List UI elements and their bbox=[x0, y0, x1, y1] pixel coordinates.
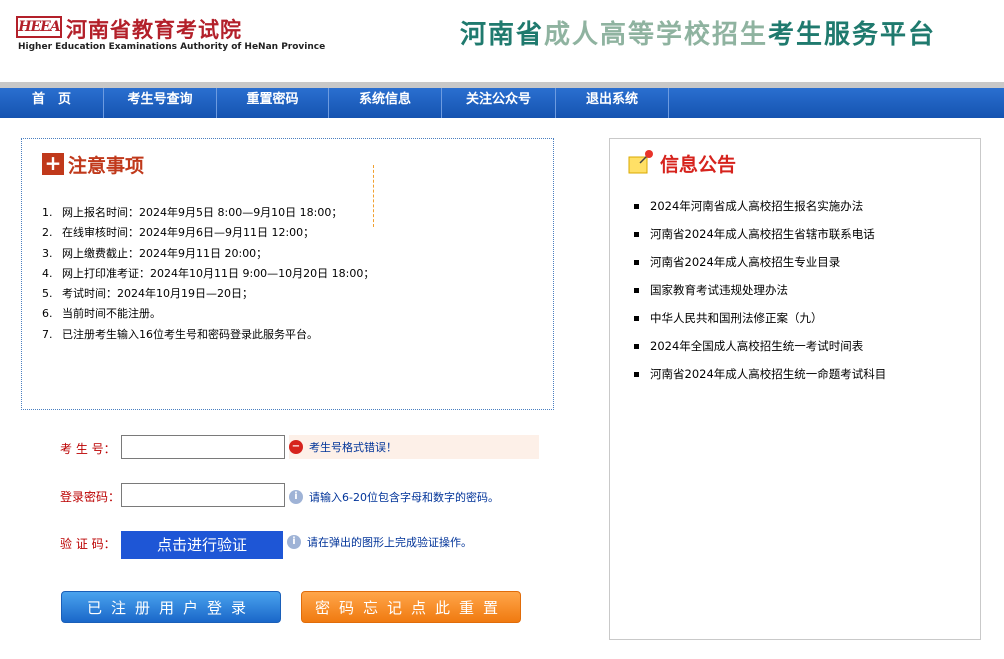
examinee-number-error: − 考生号格式错误！ bbox=[289, 435, 539, 459]
logo-badge: HEEA bbox=[16, 16, 62, 38]
logo-chinese-name: 河南省教育考试院 bbox=[66, 18, 242, 42]
nav-follow-official-account[interactable]: 关注公众号 bbox=[442, 88, 556, 118]
main-nav: 首 页 考生号查询 重置密码 系统信息 关注公众号 退出系统 bbox=[0, 88, 1004, 118]
notice-item: 2. 在线审核时间：2024年9月6日—9月11日 12:00； bbox=[42, 226, 315, 240]
notice-item: 3. 网上缴费截止：2024年9月11日 20:00； bbox=[42, 246, 268, 260]
examinee-number-row: 考 生 号： − 考生号格式错误！ bbox=[0, 435, 560, 461]
notice-item: 7. 已注册考生输入16位考生号和密码登录此服务平台。 bbox=[42, 327, 318, 341]
page-header: HEEA 河南省教育考试院 Higher Education Examinati… bbox=[0, 0, 1004, 82]
info-icon: i bbox=[287, 535, 301, 549]
nav-home[interactable]: 首 页 bbox=[0, 88, 104, 118]
logo: HEEA 河南省教育考试院 Higher Education Examinati… bbox=[16, 14, 325, 54]
captcha-verify-button[interactable]: 点击进行验证 bbox=[121, 531, 283, 559]
bulletin-title: 信息公告 bbox=[660, 154, 737, 176]
bulletin-item[interactable]: 河南省2024年成人高校招生省辖市联系电话 bbox=[634, 220, 886, 248]
pushpin-note-icon bbox=[628, 150, 653, 174]
nav-reset-password[interactable]: 重置密码 bbox=[217, 88, 329, 118]
examinee-number-input[interactable] bbox=[121, 435, 285, 459]
notice-item: 4. 网上打印准考证：2024年10月11日 9:00—10月20日 18:00； bbox=[42, 266, 375, 280]
plus-icon: + bbox=[42, 153, 64, 175]
info-icon: i bbox=[289, 490, 303, 504]
nav-examinee-number-query[interactable]: 考生号查询 bbox=[104, 88, 217, 118]
site-title: 河南省成人高等学校招生考生服务平台 bbox=[460, 14, 936, 51]
password-label: 登录密码： bbox=[60, 490, 121, 504]
site-title-part3: 考生服务平台 bbox=[768, 20, 937, 50]
bulletin-list: 2024年河南省成人高校招生报名实施办法 河南省2024年成人高校招生省辖市联系… bbox=[634, 192, 886, 388]
notice-item: 6. 当前时间不能注册。 bbox=[42, 307, 161, 321]
site-title-part2: 成人高等学校招生 bbox=[544, 20, 769, 50]
password-row: 登录密码： i 请输入6-20位包含字母和数字的密码。 bbox=[0, 483, 560, 509]
password-input[interactable] bbox=[121, 483, 285, 507]
notice-title: 注意事项 bbox=[68, 155, 145, 177]
examinee-number-error-text: 考生号格式错误！ bbox=[309, 441, 397, 454]
examinee-number-label: 考 生 号： bbox=[60, 442, 116, 456]
bulletin-item[interactable]: 2024年河南省成人高校招生报名实施办法 bbox=[634, 192, 886, 220]
notice-item: 5. 考试时间：2024年10月19日—20日； bbox=[42, 287, 253, 301]
notice-list: 1. 网上报名时间：2024年9月5日 8:00—9月10日 18:00； 2. 在… bbox=[42, 203, 374, 345]
nav-system-info[interactable]: 系统信息 bbox=[329, 88, 442, 118]
notice-item: 1. 网上报名时间：2024年9月5日 8:00—9月10日 18:00； bbox=[42, 206, 343, 219]
password-hint: i 请输入6-20位包含字母和数字的密码。 bbox=[289, 486, 499, 508]
nav-logout[interactable]: 退出系统 bbox=[556, 88, 669, 118]
site-title-part1: 河南省 bbox=[460, 20, 545, 50]
registered-user-login-button[interactable]: 已注册用户登录 bbox=[61, 591, 281, 623]
bulletin-item[interactable]: 国家教育考试违规处理办法 bbox=[634, 276, 886, 304]
notice-panel: + 注意事项 1. 网上报名时间：2024年9月5日 8:00—9月10日 18:… bbox=[21, 138, 554, 410]
captcha-label: 验 证 码： bbox=[60, 537, 116, 551]
captcha-hint-text: 请在弹出的图形上完成验证操作。 bbox=[307, 536, 472, 549]
forgot-password-reset-button[interactable]: 密码忘记点此重置 bbox=[301, 591, 521, 623]
password-hint-text: 请输入6-20位包含字母和数字的密码。 bbox=[309, 491, 499, 504]
bulletin-item[interactable]: 河南省2024年成人高校招生统一命题考试科目 bbox=[634, 360, 886, 388]
bulletin-item[interactable]: 河南省2024年成人高校招生专业目录 bbox=[634, 248, 886, 276]
captcha-hint: i 请在弹出的图形上完成验证操作。 bbox=[287, 531, 472, 553]
bulletin-panel: 信息公告 2024年河南省成人高校招生报名实施办法 河南省2024年成人高校招生… bbox=[609, 138, 981, 640]
bulletin-item[interactable]: 2024年全国成人高校招生统一考试时间表 bbox=[634, 332, 886, 360]
captcha-row: 验 证 码： 点击进行验证 i 请在弹出的图形上完成验证操作。 bbox=[0, 531, 560, 559]
bulletin-item[interactable]: 中华人民共和国刑法修正案（九） bbox=[634, 304, 886, 332]
logo-english-name: Higher Education Examinations Authority … bbox=[18, 42, 326, 52]
error-icon: − bbox=[289, 440, 303, 454]
